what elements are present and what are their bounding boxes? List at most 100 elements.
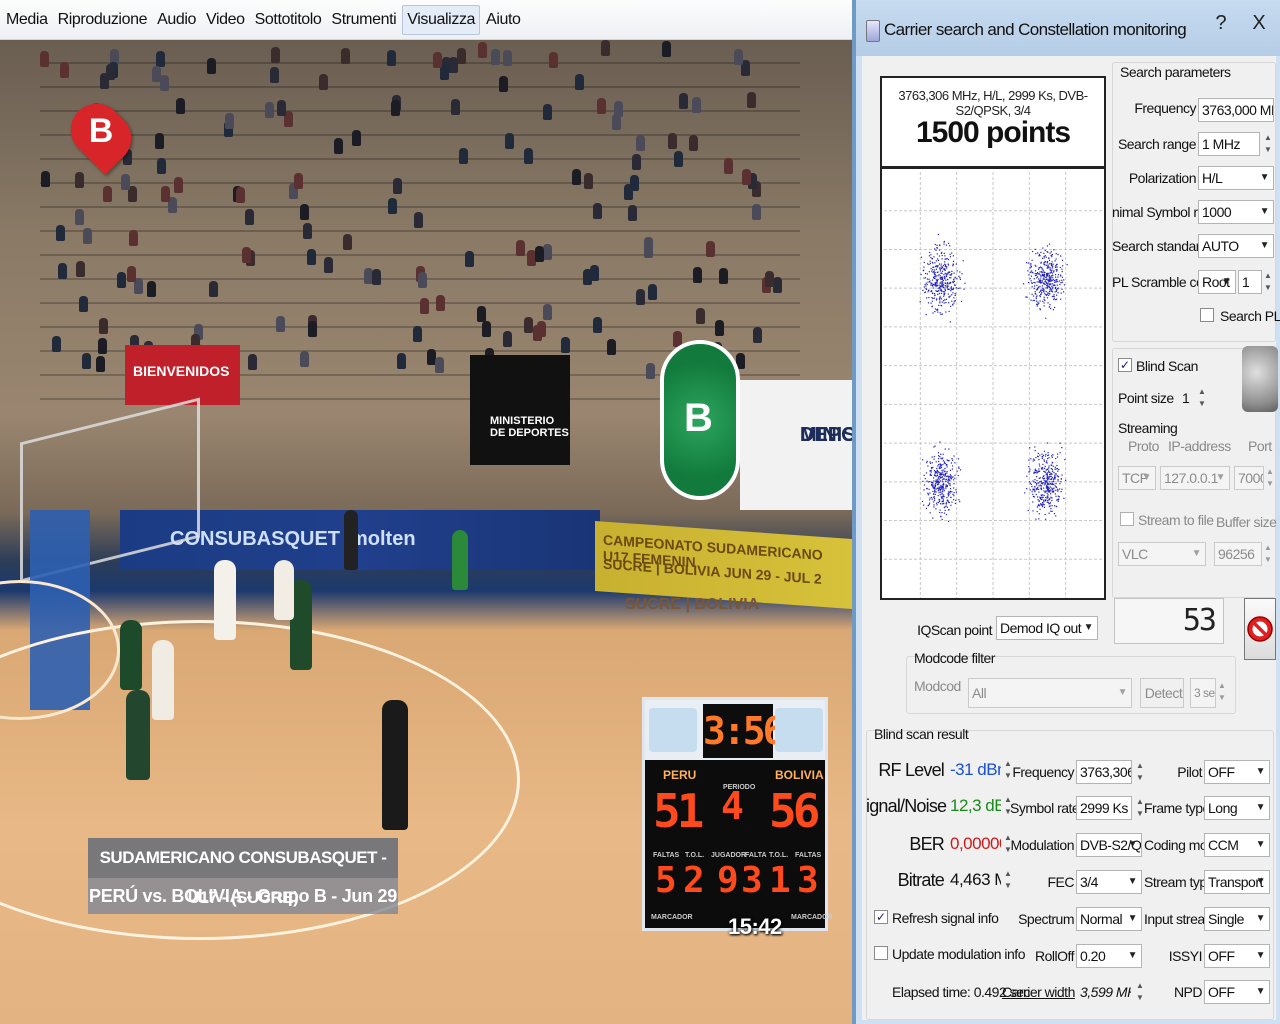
polarization-select[interactable]: H/L xyxy=(1198,166,1274,190)
blind-scan-checkbox[interactable]: ✓ xyxy=(1118,358,1132,372)
detect-seconds-input[interactable]: 3 sec xyxy=(1190,678,1216,708)
result-frequency-value: 3763,306 I xyxy=(1076,760,1132,784)
away-tol-label: T.O.L. xyxy=(769,852,789,859)
dialog-title: Carrier search and Constellation monitor… xyxy=(884,20,1187,39)
spectator xyxy=(58,263,67,279)
stop-button[interactable] xyxy=(1244,598,1276,660)
close-button[interactable]: X xyxy=(1242,6,1276,40)
spectator xyxy=(503,50,512,66)
detect-button[interactable]: Detect xyxy=(1140,678,1184,708)
modcode-select[interactable]: All xyxy=(968,678,1132,708)
pl-scramble-label: PL Scramble code xyxy=(1112,274,1218,290)
input-stream-select[interactable]: Single xyxy=(1204,907,1270,931)
spectator xyxy=(593,203,602,219)
rolloff-select[interactable]: 0.20 xyxy=(1076,944,1142,968)
ber-value: 0,00000 xyxy=(950,834,1001,853)
spectator xyxy=(696,308,705,324)
ministerio-banner: MINISTERIODEPORTE xyxy=(740,380,852,510)
spectator xyxy=(207,58,216,74)
spectator xyxy=(76,261,85,277)
spectator xyxy=(294,173,303,189)
spectator xyxy=(271,47,280,63)
menu-strumenti[interactable]: Strumenti xyxy=(327,6,400,34)
point-size-spinner[interactable]: ▲ ▼ xyxy=(1196,386,1208,410)
spectator xyxy=(752,204,761,220)
spectator xyxy=(372,269,381,285)
search-pls-checkbox[interactable] xyxy=(1200,308,1214,322)
pilot-select[interactable]: OFF xyxy=(1204,760,1270,784)
fec-select[interactable]: 3/4 xyxy=(1076,870,1142,894)
menu-visualizza[interactable]: Visualizza xyxy=(402,4,481,35)
npd-label: NPD xyxy=(1173,984,1203,1000)
spectator xyxy=(41,171,50,187)
modcode-filter-title: Modcode filter xyxy=(914,650,995,666)
detect-seconds-spinner[interactable]: ▲ ▼ xyxy=(1216,680,1228,704)
marcador-label-left: MARCADOR xyxy=(651,914,693,921)
help-button[interactable]: ? xyxy=(1204,6,1238,40)
menu-audio[interactable]: Audio xyxy=(153,6,200,34)
refresh-signal-checkbox[interactable]: ✓ xyxy=(874,910,888,924)
spectator xyxy=(56,225,65,241)
spectator xyxy=(160,75,169,91)
sponsor-logo-b: B xyxy=(660,340,740,500)
stream-type-select[interactable]: Transport xyxy=(1204,870,1270,894)
carrier-width-value: 3,599 MHz xyxy=(1080,984,1131,1000)
carrier-width-label[interactable]: Carrier width xyxy=(1002,984,1075,1000)
min-symbol-rate-select[interactable]: 1000 xyxy=(1198,200,1274,224)
ip-address-label: IP-address xyxy=(1168,438,1231,454)
port-input[interactable]: 7000 xyxy=(1234,466,1264,490)
search-standard-label: Search standard xyxy=(1112,238,1208,254)
video-frame[interactable]: BIENVENIDOS MINISTERIO DE DEPORTES B MIN… xyxy=(0,40,852,1024)
spectator xyxy=(127,266,136,282)
modulation-select[interactable]: DVB-S2/QP xyxy=(1076,833,1142,857)
search-standard-select[interactable]: AUTO xyxy=(1198,234,1274,258)
spectrum-select[interactable]: Normal xyxy=(1076,907,1142,931)
frame-type-select[interactable]: Long xyxy=(1204,796,1270,820)
spectator xyxy=(79,296,88,312)
spectator xyxy=(393,178,402,194)
frequency-input[interactable]: 3763,000 MHz xyxy=(1198,98,1274,122)
modulation-label: Modulation xyxy=(1010,837,1075,853)
streaming-title: Streaming xyxy=(1118,420,1178,436)
menu-riproduzione[interactable]: Riproduzione xyxy=(54,6,151,34)
menu-sottotitolo[interactable]: Sottotitolo xyxy=(251,6,326,34)
player-select[interactable]: VLC xyxy=(1118,542,1206,566)
spectator xyxy=(646,363,655,379)
spectator xyxy=(459,148,468,164)
buffer-size-input[interactable]: 96256 xyxy=(1214,542,1262,566)
spectator xyxy=(236,187,245,203)
pl-scramble-spinner[interactable]: ▲ ▼ xyxy=(1262,270,1274,294)
ip-address-select[interactable]: 127.0.0.1 xyxy=(1160,466,1230,490)
menu-media[interactable]: Media xyxy=(2,6,52,34)
spectator xyxy=(561,337,570,353)
rf-level-label: RF Level xyxy=(878,760,944,780)
bitrate-value: 4,463 Mb xyxy=(950,870,1001,889)
pl-scramble-mode-select[interactable]: Root xyxy=(1198,270,1236,294)
pl-scramble-value-input[interactable]: 1 xyxy=(1238,270,1262,294)
menu-video[interactable]: Video xyxy=(202,6,249,34)
lower-third-graphic: SUDAMERICANO CONSUBASQUET - U17 - (SUCRE… xyxy=(88,838,398,914)
npd-select[interactable]: OFF xyxy=(1204,980,1270,1004)
issyi-select[interactable]: OFF xyxy=(1204,944,1270,968)
iqscan-point-label: IQScan point xyxy=(917,622,992,638)
spectator xyxy=(478,42,487,58)
spectator xyxy=(433,52,442,68)
scan-globe-icon[interactable] xyxy=(1242,346,1278,412)
stream-to-file-checkbox[interactable] xyxy=(1120,512,1134,526)
dialog-titlebar[interactable]: Carrier search and Constellation monitor… xyxy=(856,0,1280,56)
buffer-size-spinner[interactable]: ▲ ▼ xyxy=(1262,542,1274,566)
player-figure xyxy=(452,530,468,590)
port-spinner[interactable]: ▲ ▼ xyxy=(1264,466,1276,490)
iqscan-point-select[interactable]: Demod IQ out xyxy=(996,616,1098,640)
spectator xyxy=(106,64,115,80)
player-figure xyxy=(214,560,236,640)
search-range-input[interactable]: 1 MHz xyxy=(1198,132,1260,156)
home-fouls-label: FALTAS xyxy=(653,852,680,859)
proto-select[interactable]: TCP xyxy=(1118,466,1156,490)
update-modulation-checkbox[interactable] xyxy=(874,946,888,960)
menu-aiuto[interactable]: Aiuto xyxy=(482,6,524,34)
lower-third-line2: PERÚ vs. BOLIVIA - Grupo B - Jun 29 xyxy=(88,878,398,914)
pilot-label: Pilot xyxy=(1177,764,1202,780)
coding-mode-select[interactable]: CCM xyxy=(1204,833,1270,857)
search-range-spinner[interactable]: ▲ ▼ xyxy=(1262,132,1274,156)
